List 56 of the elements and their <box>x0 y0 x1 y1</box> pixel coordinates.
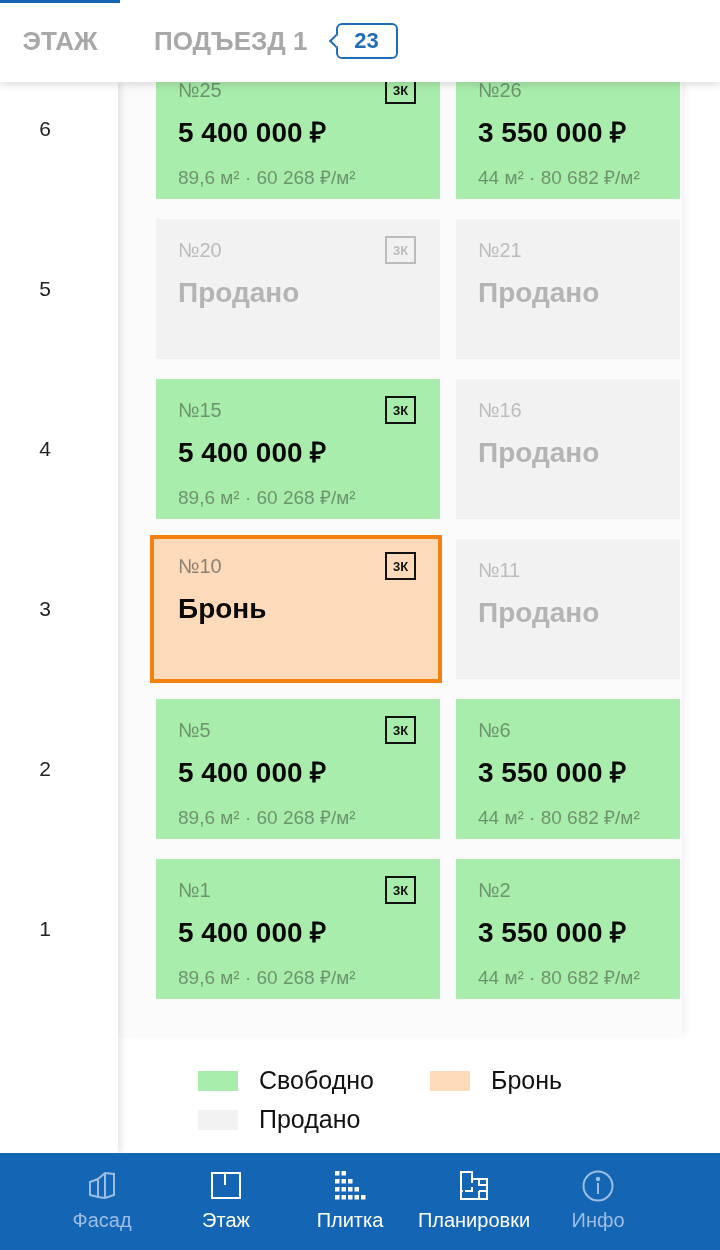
apartment-details: 89,6 м² · 60 268 ₽/м² <box>178 966 357 990</box>
apartment-card[interactable]: №6 3 550 000 ₽ 44 м² · 80 682 ₽/м² <box>456 699 680 839</box>
apartment-number: №10 <box>178 554 222 578</box>
floor-number: 3 <box>38 596 52 622</box>
apartment-price: 5 400 000 ₽ <box>178 116 328 150</box>
apartment-number: №5 <box>178 718 211 742</box>
apartment-status: Продано <box>478 276 601 310</box>
floor-number: 5 <box>38 276 52 302</box>
legend-label: Бронь <box>491 1066 563 1095</box>
apartment-number: №2 <box>478 878 511 902</box>
floor-number: 4 <box>38 436 52 462</box>
apartment-number: №15 <box>178 398 222 422</box>
floor-number: 1 <box>38 916 52 942</box>
rooms-badge: 3К <box>385 82 416 104</box>
apartment-number: №25 <box>178 82 222 102</box>
apartment-number: №6 <box>478 718 511 742</box>
floor-plan-icon <box>457 1169 491 1203</box>
apartment-details: 44 м² · 80 682 ₽/м² <box>478 966 641 990</box>
apartment-card[interactable]: №26 3 550 000 ₽ 44 м² · 80 682 ₽/м² <box>456 82 680 199</box>
apartment-details: 89,6 м² · 60 268 ₽/м² <box>178 486 357 510</box>
apartment-price: 5 400 000 ₽ <box>178 436 328 470</box>
apartment-number: №1 <box>178 878 211 902</box>
apartment-details: 44 м² · 80 682 ₽/м² <box>478 166 641 190</box>
apartment-card[interactable]: №1 3К 5 400 000 ₽ 89,6 м² · 60 268 ₽/м² <box>156 859 440 999</box>
apartment-price: 3 550 000 ₽ <box>478 916 628 950</box>
info-icon <box>581 1169 615 1203</box>
tab[interactable]: ПОДЪЕЗД 1 23 <box>120 0 398 82</box>
apartment-price: 3 550 000 ₽ <box>478 116 628 150</box>
apartment-status: Бронь <box>178 592 268 626</box>
nav-item[interactable]: Этаж <box>164 1153 288 1250</box>
apartment-details: 89,6 м² · 60 268 ₽/м² <box>178 806 357 830</box>
apartment-card[interactable]: №15 3К 5 400 000 ₽ 89,6 м² · 60 268 ₽/м² <box>156 379 440 519</box>
rooms-badge: 3К <box>385 716 416 744</box>
rooms-badge: 3К <box>385 876 416 904</box>
apartment-card[interactable]: №2 3 550 000 ₽ 44 м² · 80 682 ₽/м² <box>456 859 680 999</box>
apartment-number: №26 <box>478 82 522 102</box>
nav-item[interactable]: Плитка <box>288 1153 412 1250</box>
apartment-price: 3 550 000 ₽ <box>478 756 628 790</box>
apartment-card[interactable]: №25 3К 5 400 000 ₽ 89,6 м² · 60 268 ₽/м² <box>156 82 440 199</box>
apartment-price: 5 400 000 ₽ <box>178 916 328 950</box>
rooms-badge: 3К <box>385 396 416 424</box>
apartment-details: 44 м² · 80 682 ₽/м² <box>478 806 641 830</box>
apartment-price: 5 400 000 ₽ <box>178 756 328 790</box>
apartment-card[interactable]: №10 3К Бронь <box>150 535 442 683</box>
apartment-status: Продано <box>478 436 601 470</box>
nav-item[interactable]: Планировки <box>412 1153 536 1250</box>
floor-number: 2 <box>38 756 52 782</box>
apartment-status: Продано <box>178 276 301 310</box>
apartment-status: Продано <box>478 596 601 630</box>
apartment-card[interactable]: №5 3К 5 400 000 ₽ 89,6 м² · 60 268 ₽/м² <box>156 699 440 839</box>
tiles-icon <box>333 1169 367 1203</box>
legend-label: Свободно <box>259 1066 374 1095</box>
rooms-badge: 3К <box>385 552 416 580</box>
floor-number: 6 <box>38 116 52 142</box>
apartment-details: 89,6 м² · 60 268 ₽/м² <box>178 166 357 190</box>
legend-label: Продано <box>259 1105 361 1134</box>
